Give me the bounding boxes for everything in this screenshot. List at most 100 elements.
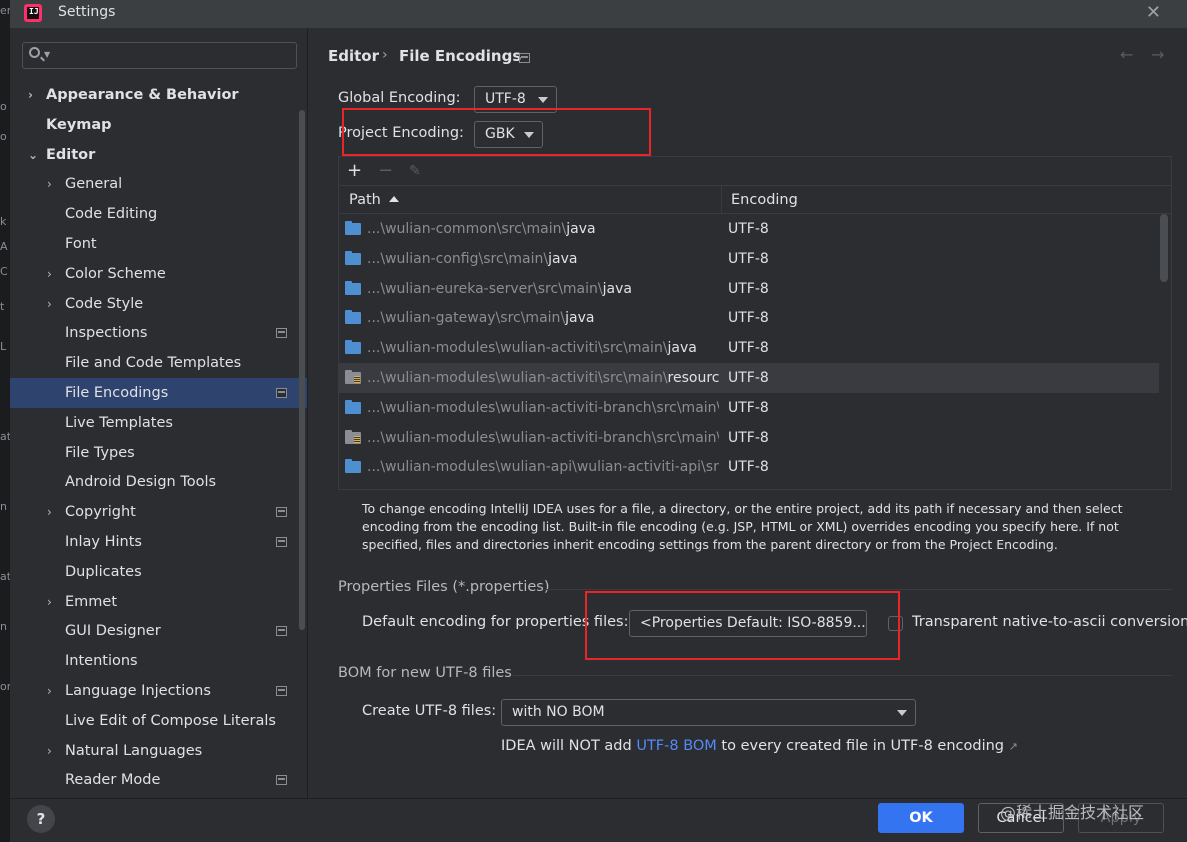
chevron-right-icon[interactable]: ›	[28, 80, 33, 110]
sidebar-item-label: Copyright	[65, 504, 136, 521]
encoding-cell[interactable]: UTF-8	[728, 393, 769, 423]
bom-select[interactable]: with NO BOM	[501, 699, 916, 726]
sidebar-item-label: Intentions	[65, 653, 138, 670]
encoding-cell[interactable]: UTF-8	[728, 303, 769, 333]
sidebar-item-appearance-behavior[interactable]: › Appearance & Behavior	[10, 80, 307, 110]
table-row[interactable]: ...\wulian-modules\wulian-activiti-branc…	[339, 423, 1159, 453]
settings-dialog: IJ Settings ✕ ▼ › Appearance & Behavior Ke…	[10, 0, 1187, 842]
page-title: File Encodings	[399, 47, 522, 65]
sidebar-item-editor[interactable]: ⌄ Editor	[10, 140, 307, 170]
path-cell[interactable]: ...\wulian-modules\wulian-activiti\src\m…	[367, 363, 719, 393]
back-arrow-icon[interactable]: ←	[1120, 45, 1133, 64]
global-encoding-label: Global Encoding:	[338, 90, 461, 106]
table-body: ...\wulian-modules\wulian-api\wulian-act…	[339, 214, 1171, 489]
sidebar-scrollbar[interactable]	[299, 110, 305, 630]
sidebar-item-general[interactable]: › General	[10, 169, 307, 199]
sidebar-item-reader-mode[interactable]: Reader Mode	[10, 765, 307, 795]
sidebar-item-code-editing[interactable]: Code Editing	[10, 199, 307, 229]
path-prefix: ...\wulian-modules\wulian-activiti\src\m…	[367, 370, 668, 386]
sidebar-item-file-types[interactable]: File Types	[10, 438, 307, 468]
sidebar-item-natural-languages[interactable]: › Natural Languages	[10, 736, 307, 766]
file-encodings-panel: Editor › File Encodings ← → Global Encod…	[308, 28, 1187, 798]
table-row[interactable]: ...\wulian-modules\wulian-activiti-branc…	[339, 393, 1159, 423]
path-cell[interactable]: ...\wulian-modules\wulian-activiti-branc…	[367, 393, 719, 423]
encoding-cell[interactable]: UTF-8	[728, 423, 769, 453]
search-history-dropdown-icon[interactable]: ▼	[44, 50, 50, 59]
path-tail: java	[548, 250, 578, 267]
sidebar-item-language-injections[interactable]: › Language Injections	[10, 676, 307, 706]
add-icon[interactable]: +	[347, 160, 362, 181]
help-button[interactable]: ?	[27, 805, 55, 833]
encoding-cell[interactable]: UTF-8	[728, 244, 769, 274]
column-divider[interactable]	[721, 186, 722, 214]
folder-icon	[345, 221, 361, 235]
sidebar-item-intentions[interactable]: Intentions	[10, 646, 307, 676]
encoding-cell[interactable]: UTF-8	[728, 333, 769, 363]
column-header-path[interactable]: Path	[349, 186, 399, 214]
encoding-cell[interactable]: UTF-8	[728, 274, 769, 304]
dialog-footer: ? OK Cancel Apply @稀土掘金技术社区	[10, 798, 1187, 842]
external-link-icon[interactable]: ↗	[1009, 740, 1018, 753]
sidebar-item-label: Inlay Hints	[65, 534, 142, 550]
sidebar-item-inspections[interactable]: Inspections	[10, 318, 307, 348]
chevron-right-icon[interactable]: ›	[47, 736, 52, 766]
sidebar-item-file-and-code-templates[interactable]: File and Code Templates	[10, 348, 307, 378]
close-icon[interactable]: ✕	[1146, 2, 1161, 23]
path-cell[interactable]: ...\wulian-modules\wulian-activiti\src\m…	[367, 333, 719, 363]
encoding-cell[interactable]: UTF-8	[728, 363, 769, 393]
window-title: Settings	[58, 4, 116, 20]
sidebar-item-keymap[interactable]: Keymap	[10, 110, 307, 140]
sidebar-item-inlay-hints[interactable]: Inlay Hints	[10, 527, 307, 557]
path-cell[interactable]: ...\wulian-modules\wulian-activiti-branc…	[367, 423, 719, 453]
table-row[interactable]: ...\wulian-modules\wulian-activiti\src\m…	[339, 363, 1159, 393]
section-divider	[544, 589, 1172, 590]
chevron-right-icon[interactable]: ›	[47, 587, 52, 617]
chevron-down-icon[interactable]: ⌄	[28, 140, 38, 170]
path-encodings-table: + − ✎ Path Encoding ...\wulian-modules\w…	[338, 156, 1172, 490]
table-row[interactable]: ...\wulian-modules\wulian-api\wulian-act…	[339, 452, 1159, 482]
table-scrollbar[interactable]	[1160, 214, 1168, 282]
chevron-right-icon[interactable]: ›	[47, 676, 52, 706]
sidebar-item-android-design-tools[interactable]: Android Design Tools	[10, 467, 307, 497]
path-cell[interactable]: ...\wulian-eureka-server\src\main\java	[367, 274, 719, 304]
sidebar-item-file-encodings[interactable]: File Encodings	[10, 378, 307, 408]
path-cell[interactable]: ...\wulian-gateway\src\main\java	[367, 303, 719, 333]
sidebar-item-gui-designer[interactable]: GUI Designer	[10, 616, 307, 646]
path-prefix: ...\wulian-modules\wulian-activiti\src\m…	[367, 340, 668, 357]
global-encoding-value: UTF-8	[485, 91, 526, 107]
chevron-right-icon[interactable]: ›	[47, 259, 52, 289]
ok-button[interactable]: OK	[878, 803, 964, 833]
path-cell[interactable]: ...\wulian-config\src\main\java	[367, 244, 719, 274]
chevron-right-icon[interactable]: ›	[47, 289, 52, 319]
encoding-cell[interactable]: UTF-8	[728, 214, 769, 244]
table-row[interactable]: ...\wulian-common\src\main\java UTF-8	[339, 214, 1159, 244]
search-input[interactable]: ▼	[22, 42, 297, 69]
table-row[interactable]: ...\wulian-gateway\src\main\java UTF-8	[339, 303, 1159, 333]
table-row[interactable]: ...\wulian-eureka-server\src\main\java UT…	[339, 274, 1159, 304]
table-row[interactable]: ...\wulian-modules\wulian-activiti\src\m…	[339, 333, 1159, 363]
breadcrumb-separator: ›	[382, 47, 388, 63]
sidebar-item-font[interactable]: Font	[10, 229, 307, 259]
utf8-bom-link[interactable]: UTF-8 BOM	[636, 738, 717, 754]
breadcrumb-editor[interactable]: Editor	[328, 47, 379, 65]
sidebar-item-live-templates[interactable]: Live Templates	[10, 408, 307, 438]
sidebar-item-emmet[interactable]: › Emmet	[10, 587, 307, 617]
chevron-right-icon[interactable]: ›	[47, 497, 52, 527]
path-cell[interactable]: ...\wulian-modules\wulian-api\wulian-act…	[367, 452, 719, 482]
sidebar-item-live-edit-of-compose-literals[interactable]: Live Edit of Compose Literals	[10, 706, 307, 736]
sidebar-item-code-style[interactable]: › Code Style	[10, 289, 307, 319]
sidebar-item-copyright[interactable]: › Copyright	[10, 497, 307, 527]
column-header-encoding[interactable]: Encoding	[731, 186, 798, 214]
encoding-cell[interactable]: UTF-8	[728, 452, 769, 482]
sidebar-item-duplicates[interactable]: Duplicates	[10, 557, 307, 587]
forward-arrow-icon[interactable]: →	[1151, 45, 1164, 64]
chevron-right-icon[interactable]: ›	[47, 169, 52, 199]
remove-icon[interactable]: −	[378, 160, 393, 181]
intellij-logo-icon: IJ	[24, 4, 42, 22]
sidebar-item-label: Reader Mode	[65, 772, 161, 789]
path-cell[interactable]: ...\wulian-common\src\main\java	[367, 214, 719, 244]
table-row[interactable]: ...\wulian-config\src\main\java UTF-8	[339, 244, 1159, 274]
edit-icon[interactable]: ✎	[409, 163, 421, 179]
native-to-ascii-label[interactable]: Transparent native-to-ascii conversion	[912, 614, 1187, 630]
sidebar-item-color-scheme[interactable]: › Color Scheme	[10, 259, 307, 289]
